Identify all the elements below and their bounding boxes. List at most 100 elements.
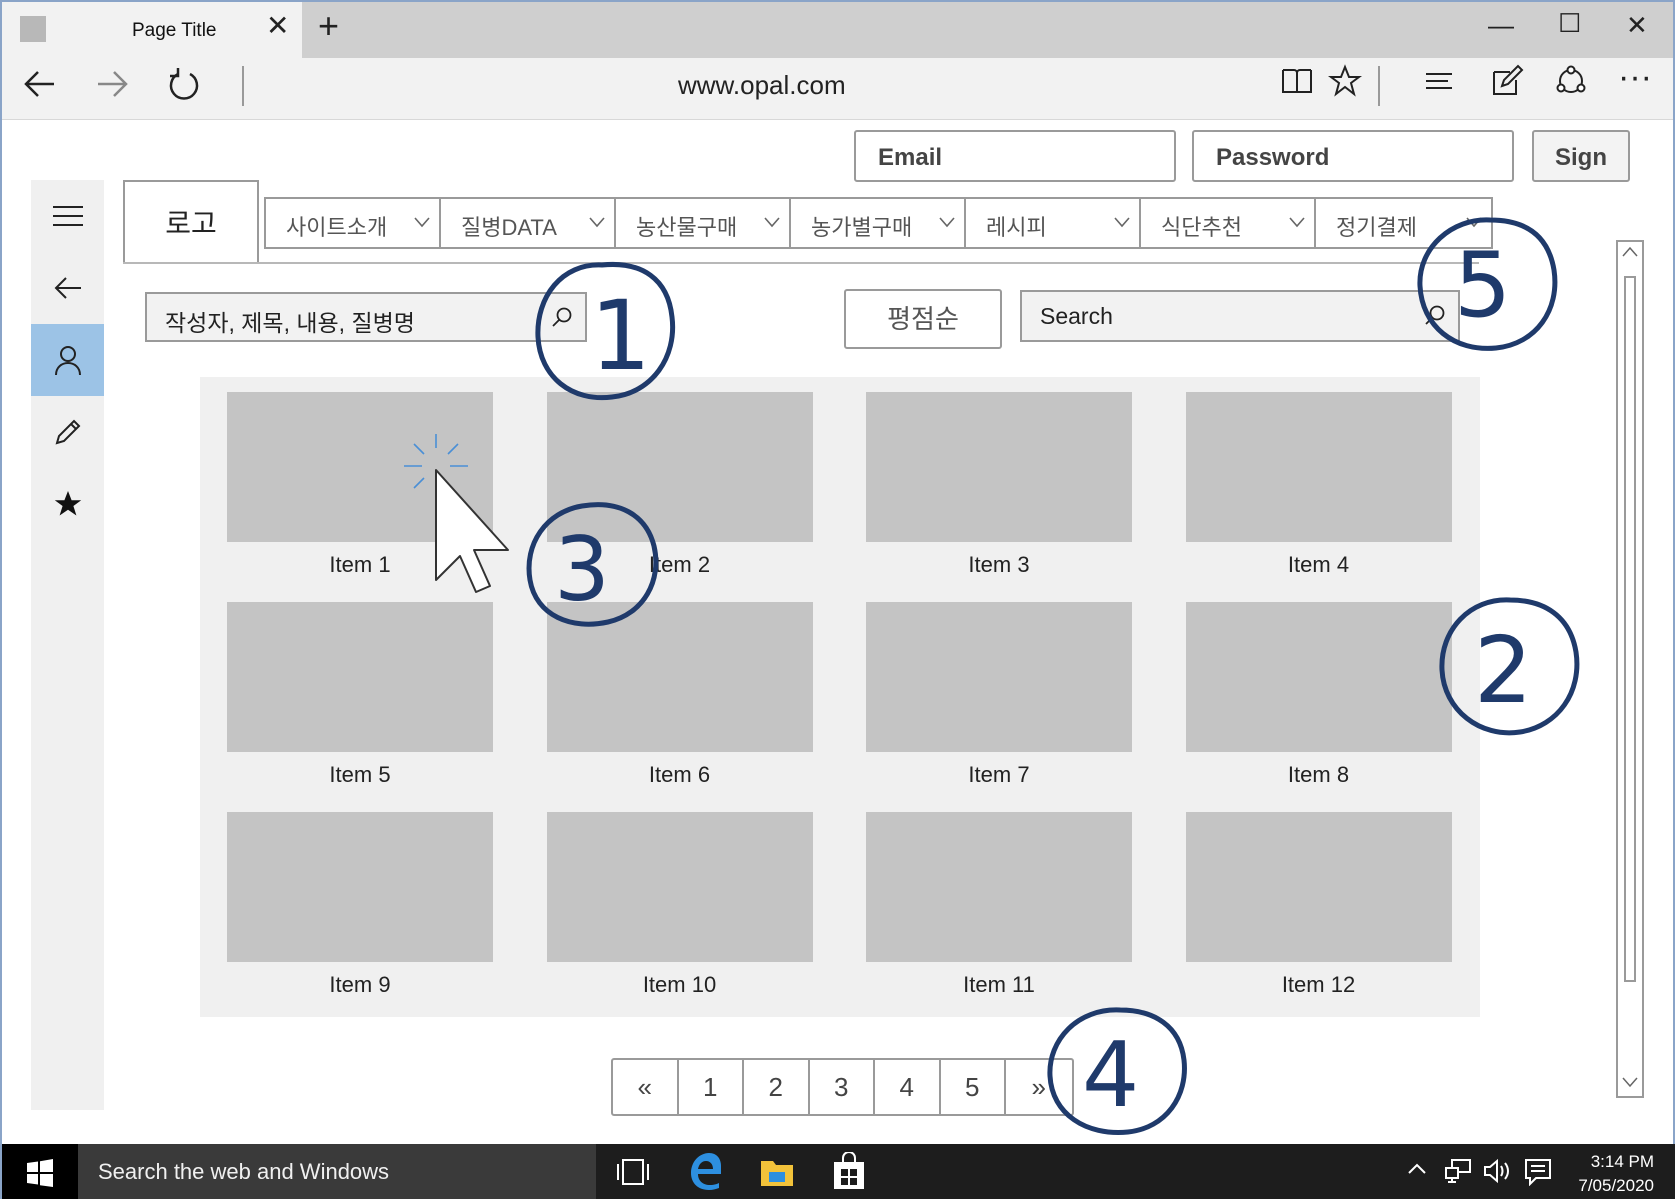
reading-view-button[interactable]: [1280, 64, 1314, 104]
star-outline-icon: [1328, 64, 1362, 97]
forward-arrow-icon: [98, 71, 128, 97]
item-thumbnail[interactable]: [1185, 812, 1452, 962]
item-thumbnail[interactable]: [866, 812, 1132, 962]
grid-item[interactable]: Item 1: [227, 392, 493, 578]
edge-browser-button[interactable]: [688, 1152, 722, 1195]
menu-item-label: 농산물구매: [636, 215, 738, 240]
grid-item[interactable]: Item 5: [227, 602, 493, 788]
side-edit-button[interactable]: [31, 396, 104, 468]
task-view-button[interactable]: [616, 1156, 650, 1193]
side-favorites-button[interactable]: [31, 468, 104, 540]
page-1-button[interactable]: 1: [679, 1060, 744, 1114]
grid-item[interactable]: Item 4: [1185, 392, 1452, 578]
tab-title: Page Title: [132, 20, 217, 41]
menu-item-label: 레시피: [986, 215, 1047, 240]
grid-item[interactable]: Item 11: [866, 812, 1132, 998]
show-hidden-icons-button[interactable]: [1406, 1158, 1428, 1184]
minimize-button[interactable]: —: [1488, 12, 1514, 38]
global-search-input[interactable]: Search: [1020, 290, 1460, 342]
password-field[interactable]: Password: [1192, 130, 1514, 182]
grid-item[interactable]: Item 10: [546, 812, 813, 998]
item-thumbnail[interactable]: [227, 392, 493, 542]
menu-item-7[interactable]: 정기결제: [1316, 199, 1491, 247]
menu-item-label: 질병DATA: [461, 215, 557, 240]
web-note-button[interactable]: [1490, 64, 1524, 104]
item-label: Item 10: [642, 972, 717, 997]
item-thumbnail[interactable]: [546, 602, 813, 752]
scroll-up-icon[interactable]: [1621, 244, 1639, 262]
site-logo[interactable]: 로고: [123, 180, 259, 264]
grid-item[interactable]: Item 3: [866, 392, 1132, 578]
more-button[interactable]: ···: [1618, 60, 1652, 94]
system-clock[interactable]: 3:14 PM 7/05/2020: [1564, 1150, 1654, 1198]
browser-tab[interactable]: Page Title ✕: [2, 2, 302, 58]
forward-button[interactable]: [94, 66, 130, 109]
global-search-placeholder: Search: [1040, 303, 1113, 329]
hub-button[interactable]: [1422, 64, 1456, 104]
grid-item[interactable]: Item 2: [546, 392, 813, 578]
post-search-input[interactable]: 작성자, 제목, 내용, 질병명: [145, 292, 587, 342]
page-5-button[interactable]: 5: [941, 1060, 1006, 1114]
side-back-button[interactable]: [31, 252, 104, 324]
search-icon[interactable]: [551, 306, 573, 328]
grid-item[interactable]: Item 12: [1185, 812, 1452, 998]
action-center-button[interactable]: [1524, 1158, 1552, 1190]
left-arrow-icon: [54, 277, 81, 299]
grid-item[interactable]: Item 6: [546, 602, 813, 788]
url-field[interactable]: www.opal.com: [678, 70, 846, 101]
item-thumbnail[interactable]: [866, 602, 1132, 752]
menu-item-5[interactable]: 레시피: [966, 199, 1141, 247]
close-tab-icon[interactable]: ✕: [266, 12, 289, 40]
item-thumbnail[interactable]: [1185, 602, 1452, 752]
taskbar-search-box[interactable]: Search the web and Windows: [78, 1144, 596, 1199]
scroll-thumb[interactable]: [1624, 276, 1636, 982]
chevron-down-icon: [1289, 217, 1305, 228]
file-explorer-button[interactable]: [760, 1156, 794, 1193]
menu-item-label: 사이트소개: [286, 215, 388, 240]
grid-item[interactable]: Item 9: [227, 812, 493, 998]
next-page-button[interactable]: »: [1006, 1060, 1072, 1114]
side-profile-button[interactable]: [31, 324, 104, 396]
back-button[interactable]: [22, 66, 58, 109]
page-3-button[interactable]: 3: [810, 1060, 875, 1114]
grid-item[interactable]: Item 7: [866, 602, 1132, 788]
side-nav: [31, 180, 104, 1110]
network-button[interactable]: [1444, 1158, 1472, 1188]
favorite-button[interactable]: [1328, 64, 1362, 104]
item-thumbnail[interactable]: [227, 812, 493, 962]
item-thumbnail[interactable]: [866, 392, 1132, 542]
item-thumbnail[interactable]: [546, 392, 813, 542]
menu-item-2[interactable]: 질병DATA: [441, 199, 616, 247]
store-button[interactable]: [832, 1151, 866, 1195]
close-window-button[interactable]: ✕: [1626, 12, 1648, 38]
email-field[interactable]: Email: [854, 130, 1176, 182]
annotation-number-4: 4: [1082, 1023, 1139, 1128]
volume-button[interactable]: [1482, 1158, 1512, 1188]
menu-item-3[interactable]: 농산물구매: [616, 199, 791, 247]
menu-item-4[interactable]: 농가별구매: [791, 199, 966, 247]
item-label: Item 8: [1287, 762, 1350, 787]
refresh-button[interactable]: [166, 66, 202, 109]
sort-by-rating-button[interactable]: 평점순: [844, 289, 1002, 349]
menu-item-1[interactable]: 사이트소개: [266, 199, 441, 247]
share-button[interactable]: [1554, 64, 1588, 104]
new-tab-button[interactable]: +: [318, 8, 339, 44]
previous-page-button[interactable]: «: [613, 1060, 679, 1114]
item-thumbnail[interactable]: [1185, 392, 1452, 542]
sign-button[interactable]: Sign: [1532, 130, 1630, 182]
page-2-button[interactable]: 2: [744, 1060, 810, 1114]
maximize-button[interactable]: ☐: [1558, 10, 1581, 36]
grid-item[interactable]: Item 8: [1185, 602, 1452, 788]
page-4-button[interactable]: 4: [875, 1060, 941, 1114]
address-bar: www.opal.com ···: [2, 58, 1673, 120]
annotation-number-2: 2: [1474, 617, 1533, 724]
scroll-down-icon[interactable]: [1621, 1074, 1639, 1092]
vertical-scrollbar[interactable]: [1616, 240, 1644, 1098]
start-button[interactable]: [2, 1144, 78, 1199]
item-thumbnail[interactable]: [227, 602, 493, 752]
menu-item-6[interactable]: 식단추천: [1141, 199, 1316, 247]
search-icon[interactable]: [1424, 304, 1446, 326]
item-label: Item 4: [1287, 552, 1350, 577]
item-thumbnail[interactable]: [546, 812, 813, 962]
hamburger-menu-button[interactable]: [31, 180, 104, 252]
